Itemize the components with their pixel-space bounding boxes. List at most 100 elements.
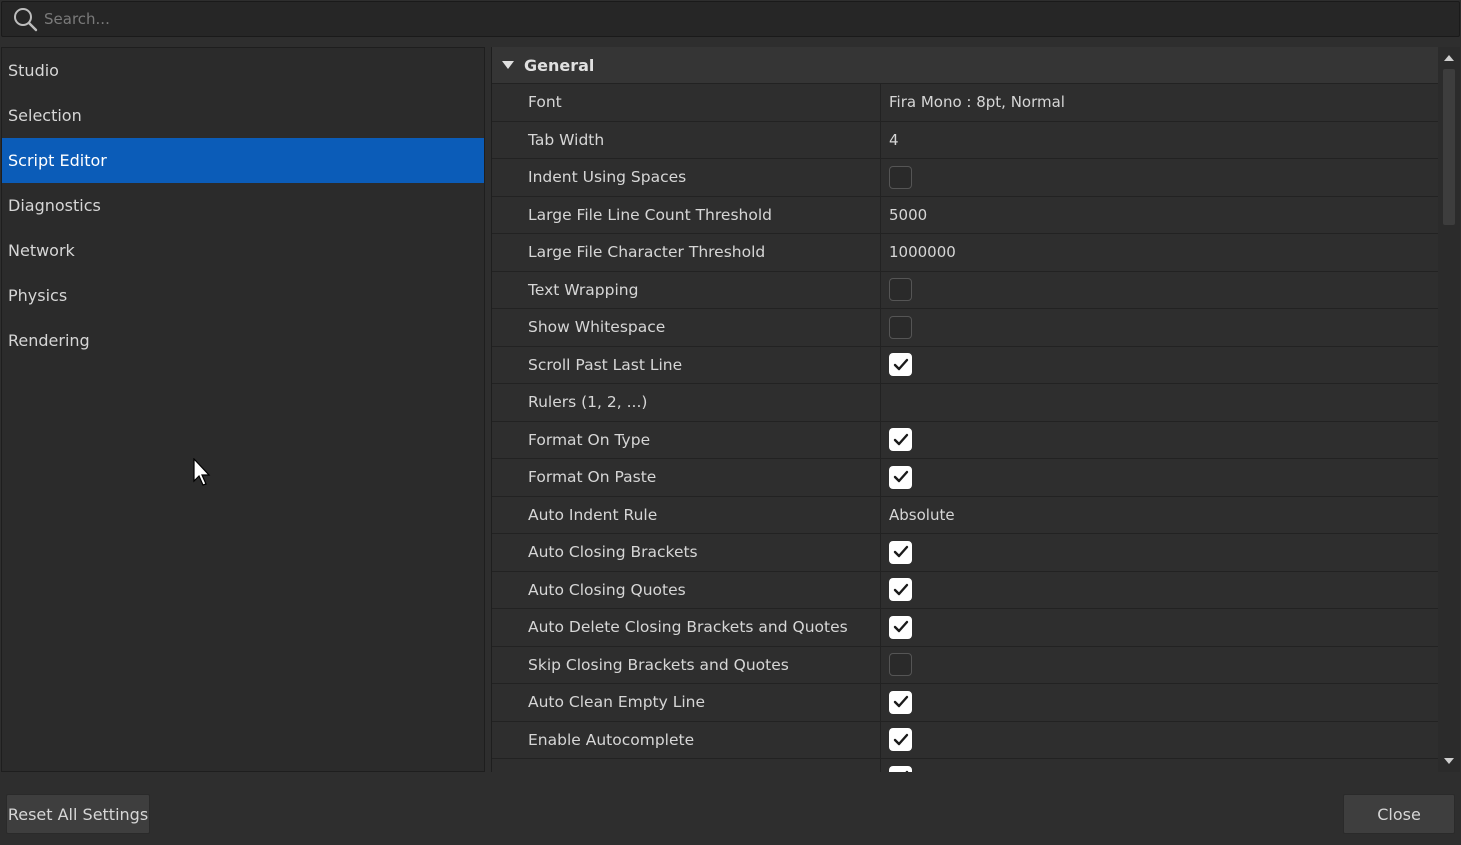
sidebar-item-script-editor[interactable]: Script Editor — [2, 138, 484, 183]
sidebar-item-diagnostics[interactable]: Diagnostics — [2, 183, 484, 228]
setting-row: Enable Autocomplete — [492, 721, 1438, 759]
setting-label: Auto Indent Rule — [492, 496, 881, 533]
setting-value-cell — [881, 347, 1438, 384]
setting-row: Tab Width 4 — [492, 121, 1438, 159]
setting-value-cell — [881, 272, 1438, 309]
setting-checkbox[interactable] — [889, 428, 912, 452]
setting-value[interactable]: Absolute — [881, 497, 1438, 534]
setting-value-cell — [881, 159, 1438, 196]
setting-value-cell — [881, 722, 1438, 759]
setting-value-cell — [881, 572, 1438, 609]
setting-value-cell — [881, 609, 1438, 646]
setting-row: Scroll Past Last Line — [492, 346, 1438, 384]
sidebar-item-network[interactable]: Network — [2, 228, 484, 273]
sidebar-item-label: Rendering — [8, 331, 90, 350]
reset-all-settings-button[interactable]: Reset All Settings — [6, 794, 150, 834]
setting-row: Skip Closing Brackets and Quotes — [492, 646, 1438, 684]
setting-label: Auto Delete Closing Brackets and Quotes — [492, 609, 881, 646]
setting-checkbox[interactable] — [889, 540, 912, 564]
setting-label: Format On Type — [492, 421, 881, 458]
setting-row: Auto Clean Empty Line — [492, 684, 1438, 722]
setting-value-cell — [881, 684, 1438, 721]
checkmark-icon — [893, 545, 909, 559]
footer: Reset All Settings Close — [0, 773, 1461, 845]
setting-label: Large File Character Threshold — [492, 234, 881, 271]
setting-label: Auto Closing Quotes — [492, 571, 881, 608]
setting-row: Format On Type — [492, 421, 1438, 459]
section-title: General — [524, 55, 595, 75]
setting-checkbox[interactable] — [889, 728, 912, 752]
section-header-general[interactable]: General — [492, 47, 1438, 84]
setting-checkbox[interactable] — [889, 353, 912, 377]
setting-label: Indent Using Spaces — [492, 159, 881, 196]
setting-row: Auto Delete Closing Brackets and Quotes — [492, 609, 1438, 647]
sidebar-item-label: Studio — [8, 61, 59, 80]
checkmark-icon — [893, 433, 909, 447]
setting-row: Text Wrapping — [492, 271, 1438, 309]
sidebar-item-label: Script Editor — [8, 151, 107, 170]
setting-value[interactable] — [881, 384, 1438, 421]
search-icon — [10, 4, 40, 34]
sidebar-item-label: Network — [8, 241, 75, 260]
search-input[interactable] — [44, 2, 1459, 36]
setting-value[interactable]: 4 — [881, 122, 1438, 159]
setting-label: Tab Width — [492, 121, 881, 158]
setting-value[interactable]: 1000000 — [881, 234, 1438, 271]
setting-row: Font Fira Mono : 8pt, Normal — [492, 84, 1438, 122]
setting-value[interactable]: Fira Mono : 8pt, Normal — [881, 84, 1438, 121]
setting-row: Auto Closing Quotes — [492, 571, 1438, 609]
setting-row: Auto Indent Rule Absolute — [492, 496, 1438, 534]
sidebar-item-label: Selection — [8, 106, 82, 125]
sidebar-item-physics[interactable]: Physics — [2, 273, 484, 318]
scroll-up-arrow-icon[interactable] — [1442, 51, 1456, 65]
checkmark-icon — [893, 770, 909, 772]
setting-label: Font — [492, 84, 881, 121]
scroll-down-arrow-icon[interactable] — [1442, 754, 1456, 768]
sidebar-item-rendering[interactable]: Rendering — [2, 318, 484, 363]
setting-checkbox[interactable] — [889, 578, 912, 602]
checkmark-icon — [893, 358, 909, 372]
caret-down-icon[interactable] — [492, 60, 524, 70]
scroll-thumb[interactable] — [1443, 69, 1455, 225]
setting-checkbox[interactable] — [889, 278, 912, 302]
sidebar-item-selection[interactable]: Selection — [2, 93, 484, 138]
setting-checkbox[interactable] — [889, 465, 912, 489]
checkmark-icon — [893, 583, 909, 597]
sidebar-item-label: Physics — [8, 286, 68, 305]
vertical-scrollbar[interactable] — [1438, 47, 1460, 772]
setting-value-cell — [881, 309, 1438, 346]
setting-checkbox[interactable] — [889, 765, 912, 772]
mouse-pointer-icon — [193, 457, 213, 488]
setting-label: Auto Clean Empty Line — [492, 684, 881, 721]
setting-label: Enable Autocomplete — [492, 721, 881, 758]
setting-checkbox[interactable] — [889, 315, 912, 339]
checkmark-icon — [893, 470, 909, 484]
setting-value-cell — [881, 759, 1438, 772]
settings-panel: General Font Fira Mono : 8pt, Normal Tab W… — [491, 47, 1460, 772]
setting-label: Scroll Past Last Line — [492, 346, 881, 383]
checkmark-icon — [893, 733, 909, 747]
setting-row: Format On Paste — [492, 459, 1438, 497]
setting-label: Format On Paste — [492, 459, 881, 496]
setting-value-cell — [881, 422, 1438, 459]
setting-row: Show Whitespace — [492, 309, 1438, 347]
sidebar-item-label: Diagnostics — [8, 196, 101, 215]
setting-row — [492, 759, 1438, 772]
sidebar-item-studio[interactable]: Studio — [2, 48, 484, 93]
setting-row: Auto Closing Brackets — [492, 534, 1438, 572]
checkmark-icon — [893, 695, 909, 709]
setting-label: Skip Closing Brackets and Quotes — [492, 646, 881, 683]
setting-row: Large File Character Threshold 1000000 — [492, 234, 1438, 272]
setting-value-cell — [881, 459, 1438, 496]
setting-value[interactable]: 5000 — [881, 197, 1438, 234]
setting-checkbox[interactable] — [889, 690, 912, 714]
setting-checkbox[interactable] — [889, 653, 912, 677]
close-button[interactable]: Close — [1343, 794, 1455, 834]
setting-checkbox[interactable] — [889, 615, 912, 639]
setting-label: Text Wrapping — [492, 271, 881, 308]
category-list: Studio Selection Script Editor Diagnostics N… — [1, 47, 485, 772]
setting-label: Large File Line Count Threshold — [492, 196, 881, 233]
setting-checkbox[interactable] — [889, 165, 912, 189]
setting-value-cell — [881, 647, 1438, 684]
search-bar — [1, 1, 1460, 37]
